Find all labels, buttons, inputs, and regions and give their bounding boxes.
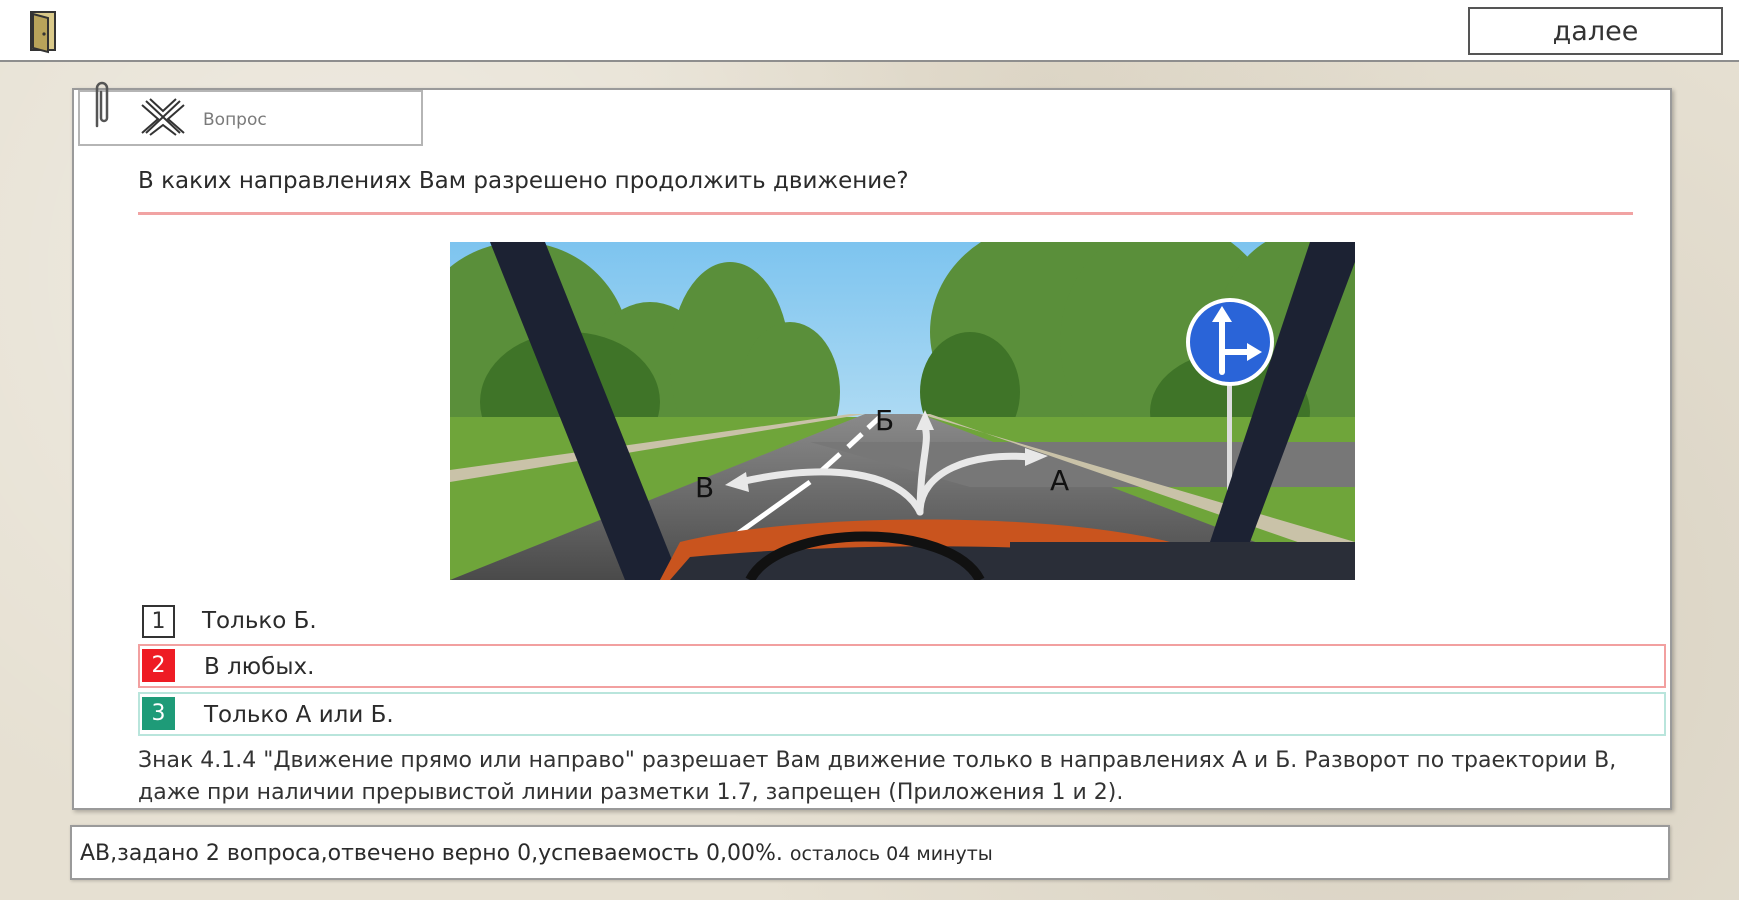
answer-text: В любых.	[204, 654, 315, 680]
top-toolbar: далее	[0, 0, 1739, 62]
status-text: АВ,задано 2 вопроса,отвечено верно 0,усп…	[80, 841, 993, 866]
answer-number: 2	[142, 649, 175, 682]
answer-number: 3	[142, 697, 175, 730]
svg-text:А: А	[1050, 464, 1069, 497]
status-summary: АВ,задано 2 вопроса,отвечено верно 0,усп…	[80, 841, 783, 866]
tab-label: Вопрос	[203, 110, 267, 130]
answer-option-2[interactable]: 2 В любых.	[138, 644, 1666, 688]
explanation-text: Знак 4.1.4 "Движение прямо или направо" …	[138, 748, 1617, 805]
time-left: осталось 04 минуты	[789, 843, 993, 865]
answer-number: 1	[142, 605, 175, 638]
door-icon[interactable]	[28, 8, 60, 54]
question-text: В каких направлениях Вам разрешено продо…	[138, 168, 909, 194]
answer-text: Только Б.	[202, 608, 317, 634]
svg-text:В: В	[695, 471, 714, 504]
question-image: Б В А	[450, 242, 1355, 580]
crossroads-icon	[141, 98, 185, 136]
question-divider	[138, 212, 1633, 215]
next-button[interactable]: далее	[1468, 7, 1723, 55]
answer-option-3[interactable]: 3 Только А или Б.	[138, 692, 1666, 736]
paperclip-icon	[95, 81, 109, 128]
svg-text:Б: Б	[875, 404, 894, 437]
status-bar: АВ,задано 2 вопроса,отвечено верно 0,усп…	[70, 825, 1670, 880]
answer-text: Только А или Б.	[204, 702, 394, 728]
answer-option-1[interactable]: 1 Только Б.	[138, 600, 1666, 644]
